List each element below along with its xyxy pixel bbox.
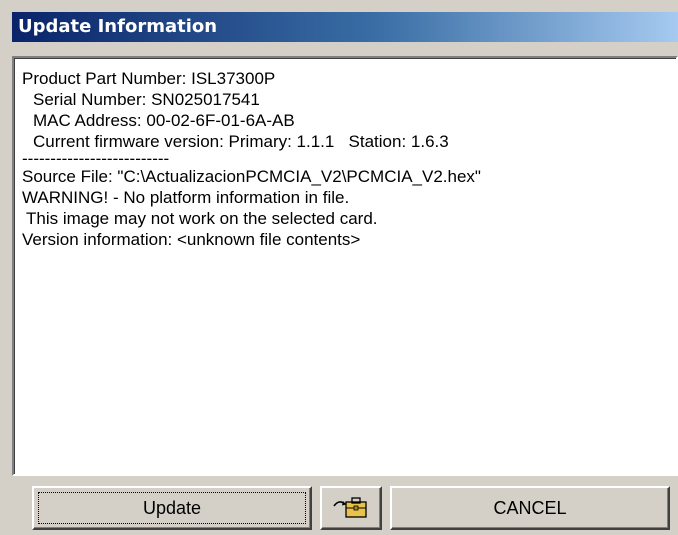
cancel-button[interactable]: CANCEL — [390, 486, 670, 530]
dialog-title: Update Information — [12, 12, 678, 42]
update-info-text-area[interactable]: Product Part Number: ISL37300P Serial Nu… — [12, 56, 678, 476]
folder-arrow-icon — [331, 493, 371, 521]
product-part-number-line: Product Part Number: ISL37300P — [22, 69, 276, 88]
image-compat-warning-line: This image may not work on the selected … — [26, 209, 378, 228]
update-information-dialog: Update Information Product Part Number: … — [0, 0, 678, 535]
version-information-line: Version information: <unknown file conte… — [22, 230, 361, 249]
update-button[interactable]: Update — [32, 486, 312, 530]
separator-line: -------------------------- — [22, 149, 170, 168]
update-button-label: Update — [142, 498, 202, 518]
source-file-line: Source File: "C:\ActualizacionPCMCIA_V2\… — [22, 167, 481, 186]
mac-address-line: MAC Address: 00-02-6F-01-6A-AB — [33, 111, 295, 130]
warning-line: WARNING! - No platform information in fi… — [22, 188, 350, 207]
serial-number-line: Serial Number: SN025017541 — [33, 90, 260, 109]
browse-file-button[interactable] — [320, 486, 382, 530]
